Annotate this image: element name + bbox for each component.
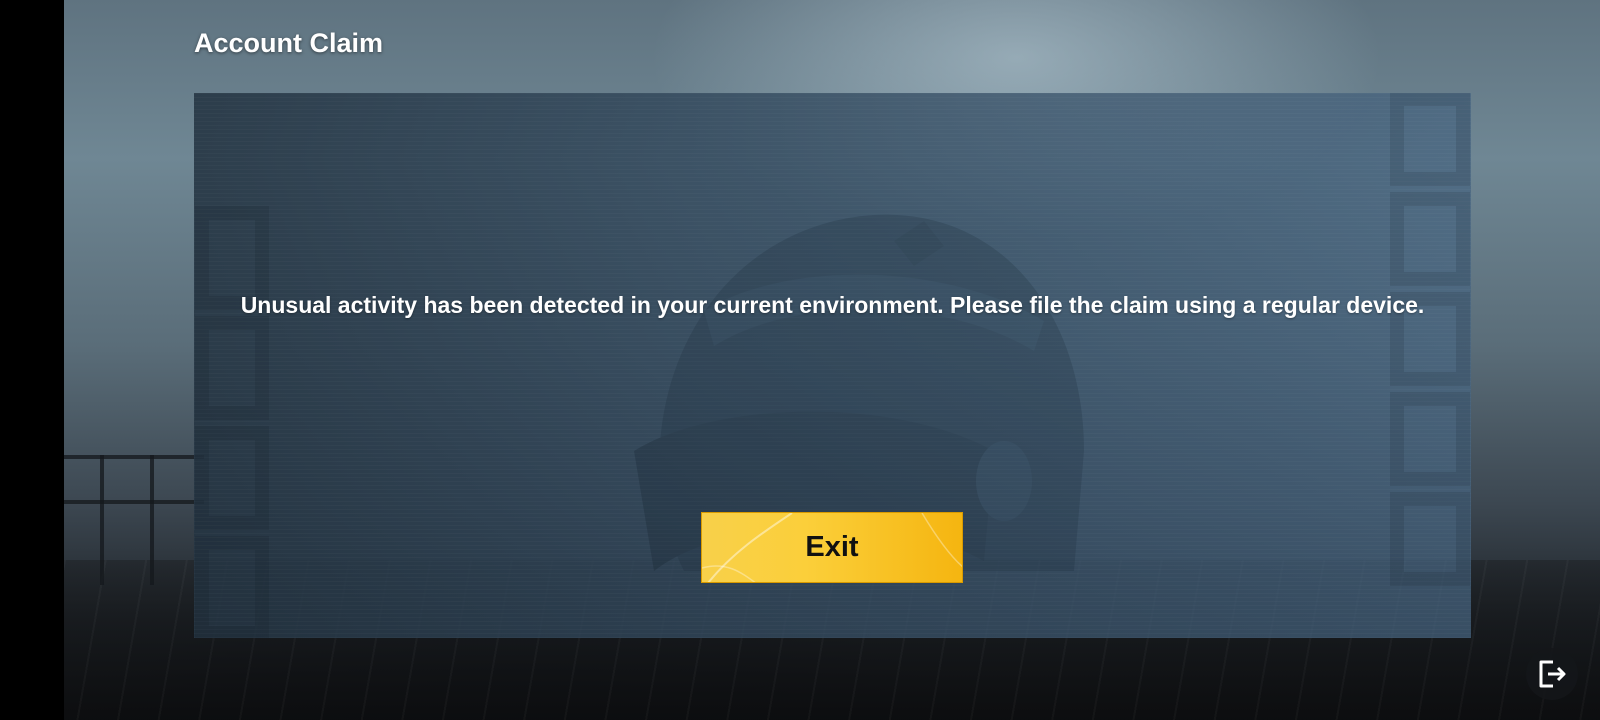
exit-button[interactable]: Exit <box>701 512 963 583</box>
left-black-bar <box>0 0 64 720</box>
exit-button-label: Exit <box>805 531 859 563</box>
brand-watermark-right <box>1390 93 1470 586</box>
game-screen: Account Claim Unusual activity has been … <box>0 0 1600 720</box>
warning-message: Unusual activity has been detected in yo… <box>240 292 1425 318</box>
background-railing <box>150 455 154 585</box>
background-railing <box>64 500 204 504</box>
background-railing <box>64 455 204 459</box>
claim-dialog-panel: Unusual activity has been detected in yo… <box>194 93 1471 638</box>
background-railing <box>100 455 104 585</box>
logout-button[interactable] <box>1526 648 1578 700</box>
brand-watermark-left <box>195 206 269 638</box>
logout-icon <box>1539 660 1566 688</box>
page-title: Account Claim <box>194 28 384 58</box>
